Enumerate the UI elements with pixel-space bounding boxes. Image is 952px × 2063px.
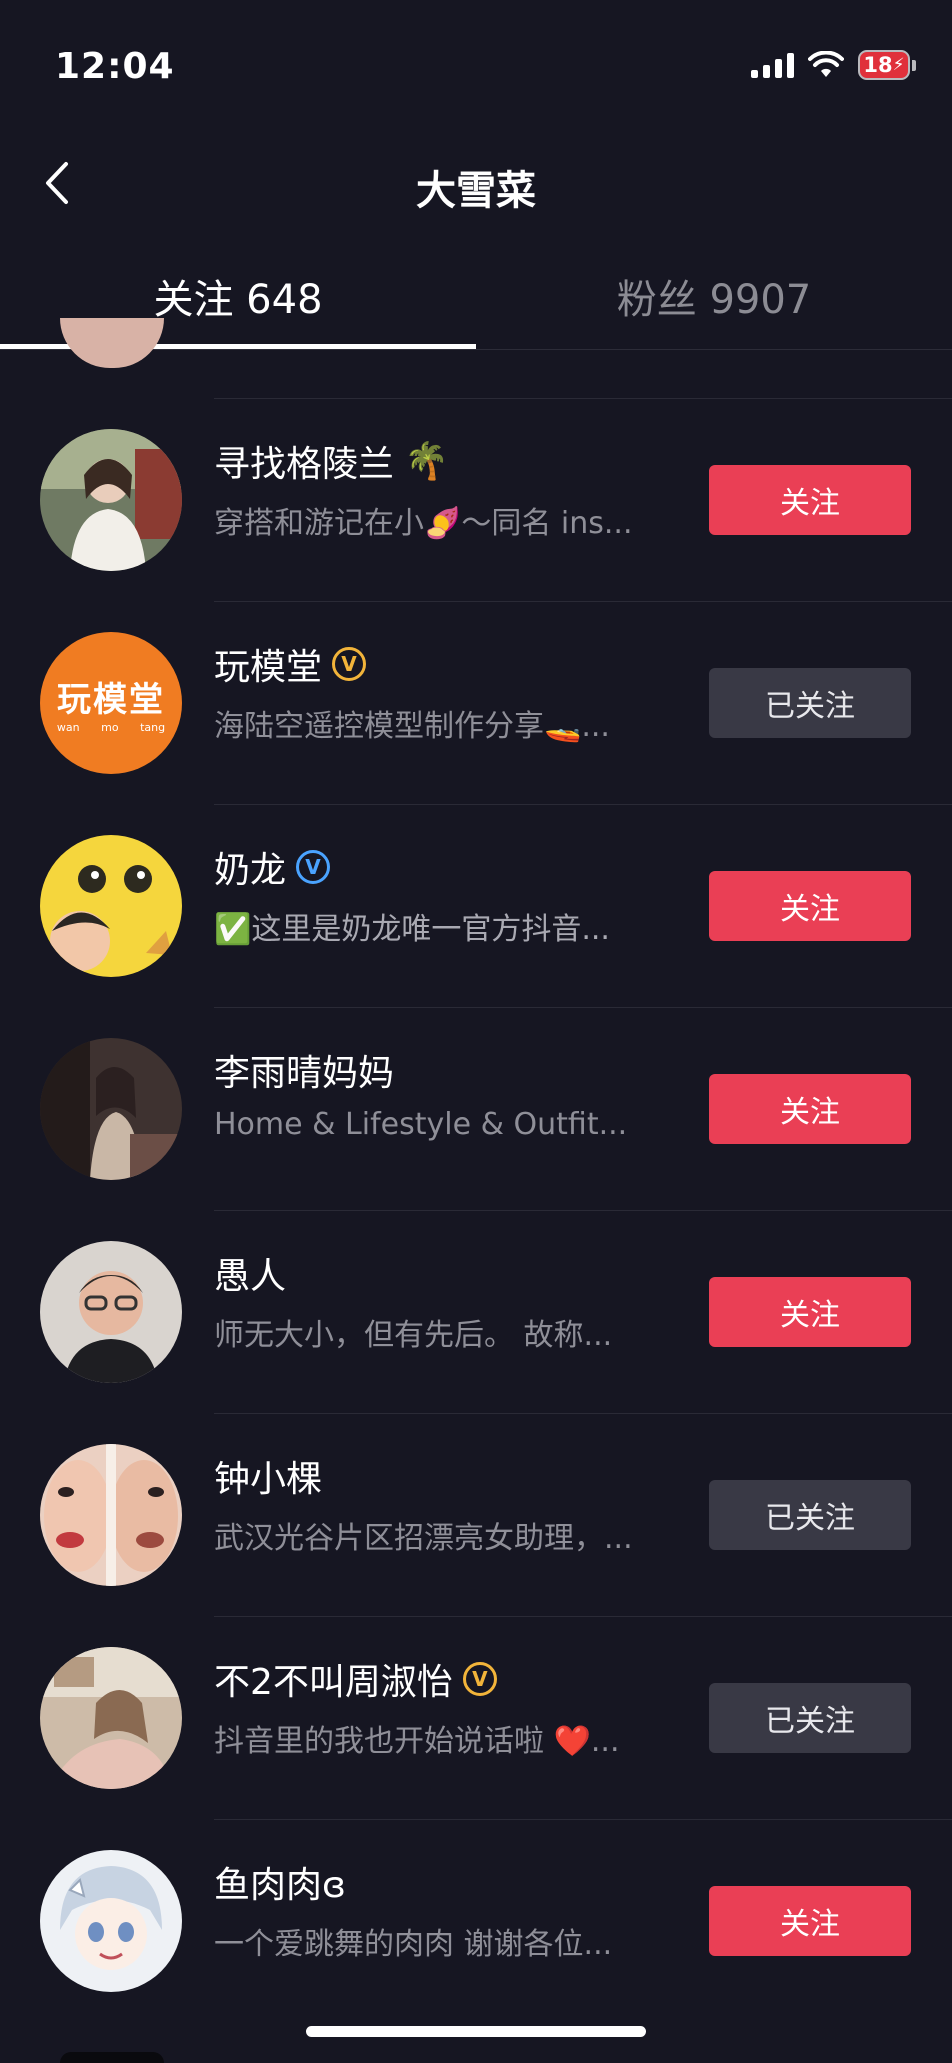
user-name-line: 奶龙 V xyxy=(214,842,331,892)
following-list: 寻找格陵兰 🌴 穿搭和游记在小🍠～同名 ins... 关注 玩模堂 wan mo… xyxy=(0,398,952,2022)
user-description: 穿搭和游记在小🍠～同名 ins... xyxy=(214,506,633,541)
row-divider xyxy=(214,601,952,602)
user-name-line: 愚人 xyxy=(214,1248,286,1298)
row-divider xyxy=(214,1210,952,1211)
user-description: Home & Lifestyle & Outfit... xyxy=(214,1107,628,1142)
following-button[interactable]: 已关注 xyxy=(709,1683,911,1753)
avatar-logo-subtext: wan mo tang xyxy=(56,721,166,734)
battery-level: 18 xyxy=(863,53,893,77)
battery-icon: 18 ⚡ xyxy=(858,50,910,80)
user-description: 海陆空遥控模型制作分享🚤... xyxy=(214,709,610,744)
user-name: 寻找格陵兰 xyxy=(214,444,395,485)
user-name: 愚人 xyxy=(214,1256,287,1297)
following-button[interactable]: 已关注 xyxy=(709,668,911,738)
verified-badge-icon: V xyxy=(296,850,331,884)
follow-button[interactable]: 关注 xyxy=(709,871,911,941)
avatar[interactable] xyxy=(40,1647,182,1789)
user-name: 钟小棵 xyxy=(214,1459,323,1500)
row-divider xyxy=(214,398,952,399)
avatar[interactable] xyxy=(40,1038,182,1180)
avatar[interactable] xyxy=(40,1850,182,1992)
list-item[interactable]: 寻找格陵兰 🌴 穿搭和游记在小🍠～同名 ins... 关注 xyxy=(0,398,952,601)
list-item[interactable]: 愚人 师无大小，但有先后。 故称... 关注 xyxy=(0,1210,952,1413)
status-icons: 18 ⚡ xyxy=(751,50,916,80)
avatar[interactable] xyxy=(40,1241,182,1383)
user-name: 李雨晴妈妈 xyxy=(214,1053,395,1094)
nav-bar: 大雪菜 xyxy=(0,140,952,230)
user-name-line: 玩模堂 V xyxy=(214,639,367,689)
following-button[interactable]: 已关注 xyxy=(709,1480,911,1550)
row-divider xyxy=(214,1413,952,1414)
user-name: 奶龙 xyxy=(214,850,287,891)
user-name-line: 不2不叫周淑怡 V xyxy=(214,1654,497,1704)
user-description: 武汉光谷片区招漂亮女助理，... xyxy=(214,1521,633,1556)
follow-button[interactable]: 关注 xyxy=(709,465,911,535)
list-item[interactable]: 鱼肉肉ɞ 一个爱跳舞的肉肉 谢谢各位... 关注 xyxy=(0,1819,952,2022)
list-item[interactable]: 钟小棵 武汉光谷片区招漂亮女助理，... 已关注 xyxy=(0,1413,952,1616)
list-item[interactable]: 不2不叫周淑怡 V 抖音里的我也开始说话啦 ❤️... 已关注 xyxy=(0,1616,952,1819)
row-divider xyxy=(214,1819,952,1820)
follow-button[interactable]: 关注 xyxy=(709,1886,911,1956)
user-name: 鱼肉肉ɞ xyxy=(214,1865,346,1906)
palm-tree-emoji: 🌴 xyxy=(404,441,449,482)
avatar[interactable] xyxy=(40,835,182,977)
user-name: 玩模堂 xyxy=(214,647,323,688)
wifi-icon xyxy=(808,51,844,77)
user-description: ✅这里是奶龙唯一官方抖音... xyxy=(214,912,610,947)
follow-button[interactable]: 关注 xyxy=(709,1074,911,1144)
avatar-logo-text: 玩模堂 xyxy=(57,680,165,720)
avatar[interactable] xyxy=(40,1444,182,1586)
battery-cap xyxy=(912,59,916,71)
avatar-partial[interactable] xyxy=(60,318,164,368)
avatar-partial xyxy=(60,2052,164,2063)
cellular-signal-icon xyxy=(751,52,794,78)
list-item[interactable]: 李雨晴妈妈 Home & Lifestyle & Outfit... 关注 xyxy=(0,1007,952,1210)
row-divider xyxy=(214,804,952,805)
user-name-line: 寻找格陵兰 🌴 xyxy=(214,436,449,486)
status-time: 12:04 xyxy=(55,46,175,87)
verified-badge-icon: V xyxy=(332,647,367,681)
list-item[interactable]: 奶龙 V ✅这里是奶龙唯一官方抖音... 关注 xyxy=(0,804,952,1007)
list-item[interactable]: 玩模堂 wan mo tang 玩模堂 V 海陆空遥控模型制作分享🚤... 已关… xyxy=(0,601,952,804)
user-description: 抖音里的我也开始说话啦 ❤️... xyxy=(214,1724,620,1759)
follow-button[interactable]: 关注 xyxy=(709,1277,911,1347)
user-name: 不2不叫周淑怡 xyxy=(214,1662,453,1703)
user-description: 师无大小，但有先后。 故称... xyxy=(214,1318,613,1353)
row-divider xyxy=(214,1007,952,1008)
home-indicator[interactable] xyxy=(306,2026,646,2037)
verified-badge-icon: V xyxy=(462,1662,497,1696)
tab-followers[interactable]: 粉丝 9907 xyxy=(476,267,952,325)
user-description: 一个爱跳舞的肉肉 谢谢各位... xyxy=(214,1927,613,1962)
status-bar: 12:04 18 ⚡ xyxy=(0,0,952,140)
tab-following[interactable]: 关注 648 xyxy=(0,267,476,325)
user-name-line: 钟小棵 xyxy=(214,1451,322,1501)
user-name-line: 鱼肉肉ɞ xyxy=(214,1857,346,1907)
user-name-line: 李雨晴妈妈 xyxy=(214,1045,394,1095)
avatar[interactable] xyxy=(40,429,182,571)
avatar[interactable]: 玩模堂 wan mo tang xyxy=(40,632,182,774)
page-title: 大雪菜 xyxy=(416,168,536,214)
row-divider xyxy=(214,1616,952,1617)
